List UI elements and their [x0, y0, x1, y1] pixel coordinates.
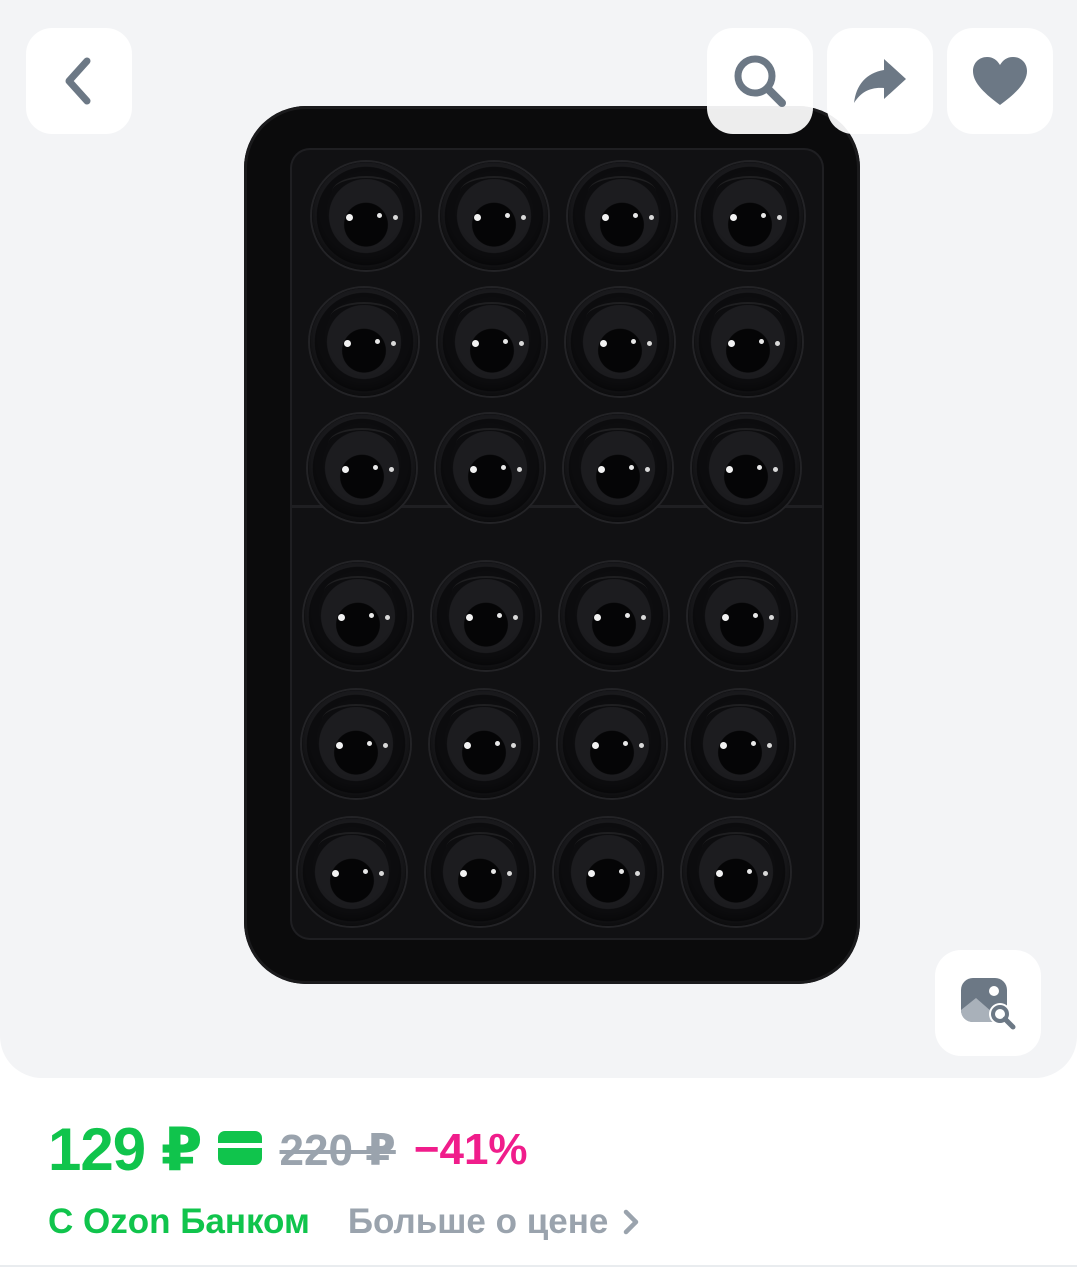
- share-button[interactable]: [827, 28, 933, 134]
- suction-cup: [696, 162, 804, 270]
- suction-cup: [694, 288, 802, 396]
- bank-row: С Ozon Банком Больше о цене: [48, 1196, 640, 1248]
- suction-cup: [692, 414, 800, 522]
- suction-cup: [432, 562, 540, 670]
- price-row: 129 ₽ 220 ₽ −41%: [48, 1110, 528, 1190]
- ozon-bank-label: С Ozon Банком: [48, 1202, 310, 1241]
- chevron-left-icon: [65, 57, 91, 105]
- suction-cup: [312, 162, 420, 270]
- suction-cup: [426, 818, 534, 926]
- suction-cup: [430, 690, 538, 798]
- suction-cup: [688, 562, 796, 670]
- suction-cup: [436, 414, 544, 522]
- heart-icon: [973, 57, 1027, 105]
- search-icon: [734, 55, 786, 107]
- discount-badge: −41%: [413, 1125, 528, 1174]
- photo-search-button[interactable]: [935, 950, 1041, 1056]
- search-button[interactable]: [707, 28, 813, 134]
- suction-cup: [440, 162, 548, 270]
- suction-cup: [308, 414, 416, 522]
- back-button[interactable]: [26, 28, 132, 134]
- suction-cup: [304, 562, 412, 670]
- suction-cup: [302, 690, 410, 798]
- product-gallery[interactable]: [0, 0, 1077, 1078]
- suction-cup: [682, 818, 790, 926]
- chevron-right-icon: [624, 1209, 639, 1235]
- share-icon: [854, 59, 906, 103]
- price-old: 220 ₽: [279, 1125, 396, 1175]
- suction-cup: [564, 414, 672, 522]
- suction-cup: [686, 690, 794, 798]
- suction-cup: [438, 288, 546, 396]
- suction-cup: [554, 818, 662, 926]
- suction-cup: [568, 162, 676, 270]
- price-current: 129 ₽: [48, 1116, 203, 1183]
- image-search-icon: [961, 978, 1016, 1030]
- suction-cup: [566, 288, 674, 396]
- more-about-price-label: Больше о цене: [347, 1202, 609, 1241]
- more-about-price-link[interactable]: Больше о цене: [348, 1202, 640, 1242]
- suction-cup: [560, 562, 668, 670]
- suction-cup: [310, 288, 418, 396]
- suction-cup: [298, 818, 406, 926]
- suction-cup: [558, 690, 666, 798]
- divider: [0, 1265, 1077, 1267]
- card-icon: [217, 1130, 262, 1170]
- favorite-button[interactable]: [947, 28, 1053, 134]
